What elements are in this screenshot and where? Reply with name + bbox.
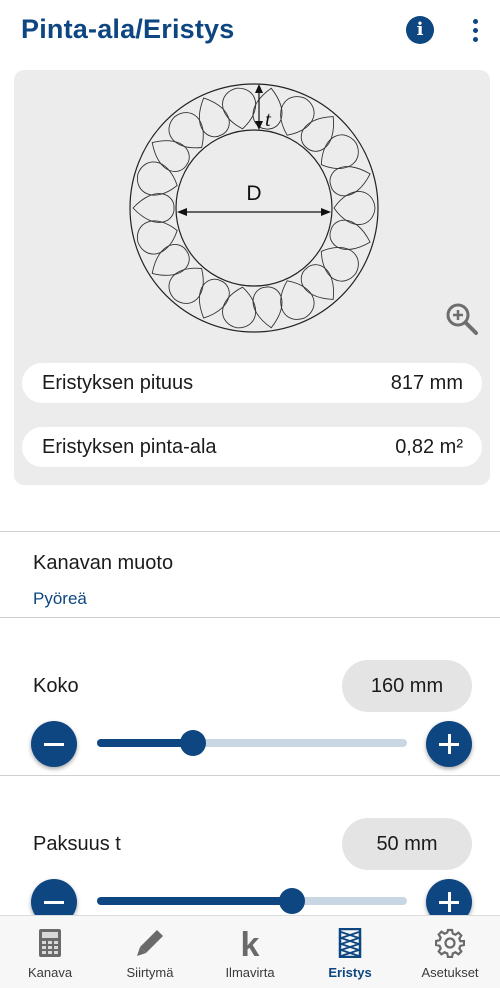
minus-icon xyxy=(44,743,64,746)
insulation-coil-icon xyxy=(338,928,362,958)
thickness-label: Paksuus t xyxy=(33,833,121,855)
insulation-loop xyxy=(198,97,230,138)
divider xyxy=(0,775,500,776)
thickness-label: t xyxy=(265,107,272,131)
insulation-loop xyxy=(151,140,190,172)
more-vertical-icon[interactable] xyxy=(462,16,488,46)
nav-label: Ilmavirta xyxy=(225,965,275,980)
nav-label: Kanava xyxy=(27,965,73,980)
size-label: Koko xyxy=(33,675,79,697)
bottom-navigation: Kanava Siirtymä k Ilmavirta Eristys Aset… xyxy=(0,915,500,988)
thickness-slider[interactable] xyxy=(97,888,407,914)
slider-fill xyxy=(97,897,293,905)
result-value: 817 mm xyxy=(390,372,463,394)
calculator-icon xyxy=(39,929,61,957)
nav-item-eristys[interactable]: Eristys xyxy=(300,916,400,988)
result-label: Eristyksen pituus xyxy=(42,372,194,394)
zoom-in-icon[interactable] xyxy=(444,301,480,337)
insulation-loop xyxy=(300,264,334,300)
divider xyxy=(0,531,500,532)
size-increase-button[interactable] xyxy=(426,721,472,767)
size-decrease-button[interactable] xyxy=(31,721,77,767)
insulation-loop xyxy=(222,286,257,329)
insulation-loop xyxy=(136,220,178,255)
svg-text:k: k xyxy=(241,928,260,958)
duct-shape-label: Kanavan muoto xyxy=(33,552,174,574)
nav-item-kanava[interactable]: Kanava xyxy=(0,916,100,988)
nav-label: Asetukset xyxy=(421,965,479,980)
insulation-loop xyxy=(320,134,359,170)
nav-label: Siirtymä xyxy=(126,965,174,980)
insulation-loop xyxy=(320,246,359,282)
thickness-value-chip[interactable]: 50 mm xyxy=(342,818,472,870)
info-icon[interactable]: i xyxy=(406,16,434,44)
insulation-loop xyxy=(333,191,376,225)
insulation-loop xyxy=(168,267,204,304)
result-value: 0,82 m² xyxy=(395,436,463,458)
insulation-loop xyxy=(198,278,230,319)
k-letter-icon: k xyxy=(241,928,260,958)
insulated-duct-diagram: D t xyxy=(129,83,379,333)
minus-icon xyxy=(44,901,64,904)
insulation-loop xyxy=(168,112,204,149)
result-insulation-length: Eristyksen pituus 817 mm xyxy=(22,363,482,403)
duct-shape-value[interactable]: Pyöreä xyxy=(33,589,87,609)
nav-item-asetukset[interactable]: Asetukset xyxy=(400,916,500,988)
nav-item-ilmavirta[interactable]: k Ilmavirta xyxy=(200,916,300,988)
slider-thumb[interactable] xyxy=(279,888,306,914)
result-label: Eristyksen pinta-ala xyxy=(42,436,217,458)
insulation-loop xyxy=(136,161,178,196)
insulation-loop xyxy=(132,193,175,223)
insulation-loop xyxy=(280,280,315,320)
insulation-card: D t Eristyksen pituus 817 mm Eristyksen … xyxy=(14,70,490,485)
insulation-loop xyxy=(329,166,371,197)
divider xyxy=(0,617,500,618)
pencil-icon xyxy=(137,930,163,956)
insulation-loop xyxy=(222,87,257,130)
slider-fill xyxy=(97,739,194,747)
size-slider[interactable] xyxy=(97,730,407,756)
result-insulation-area: Eristyksen pinta-ala 0,82 m² xyxy=(22,427,482,467)
size-value-chip[interactable]: 160 mm xyxy=(342,660,472,712)
insulation-loop xyxy=(252,286,283,329)
slider-thumb[interactable] xyxy=(180,730,207,756)
nav-label: Eristys xyxy=(328,965,372,980)
diameter-label: D xyxy=(246,182,261,205)
insulation-loop xyxy=(151,244,190,276)
insulation-loop xyxy=(300,116,334,152)
insulation-loop xyxy=(329,219,371,250)
gear-icon xyxy=(435,928,465,958)
nav-item-siirtyma[interactable]: Siirtymä xyxy=(100,916,200,988)
page-title: Pinta-ala/Eristys xyxy=(21,14,235,44)
app-bar: Pinta-ala/Eristys i xyxy=(0,0,500,62)
insulation-loop xyxy=(280,96,315,136)
